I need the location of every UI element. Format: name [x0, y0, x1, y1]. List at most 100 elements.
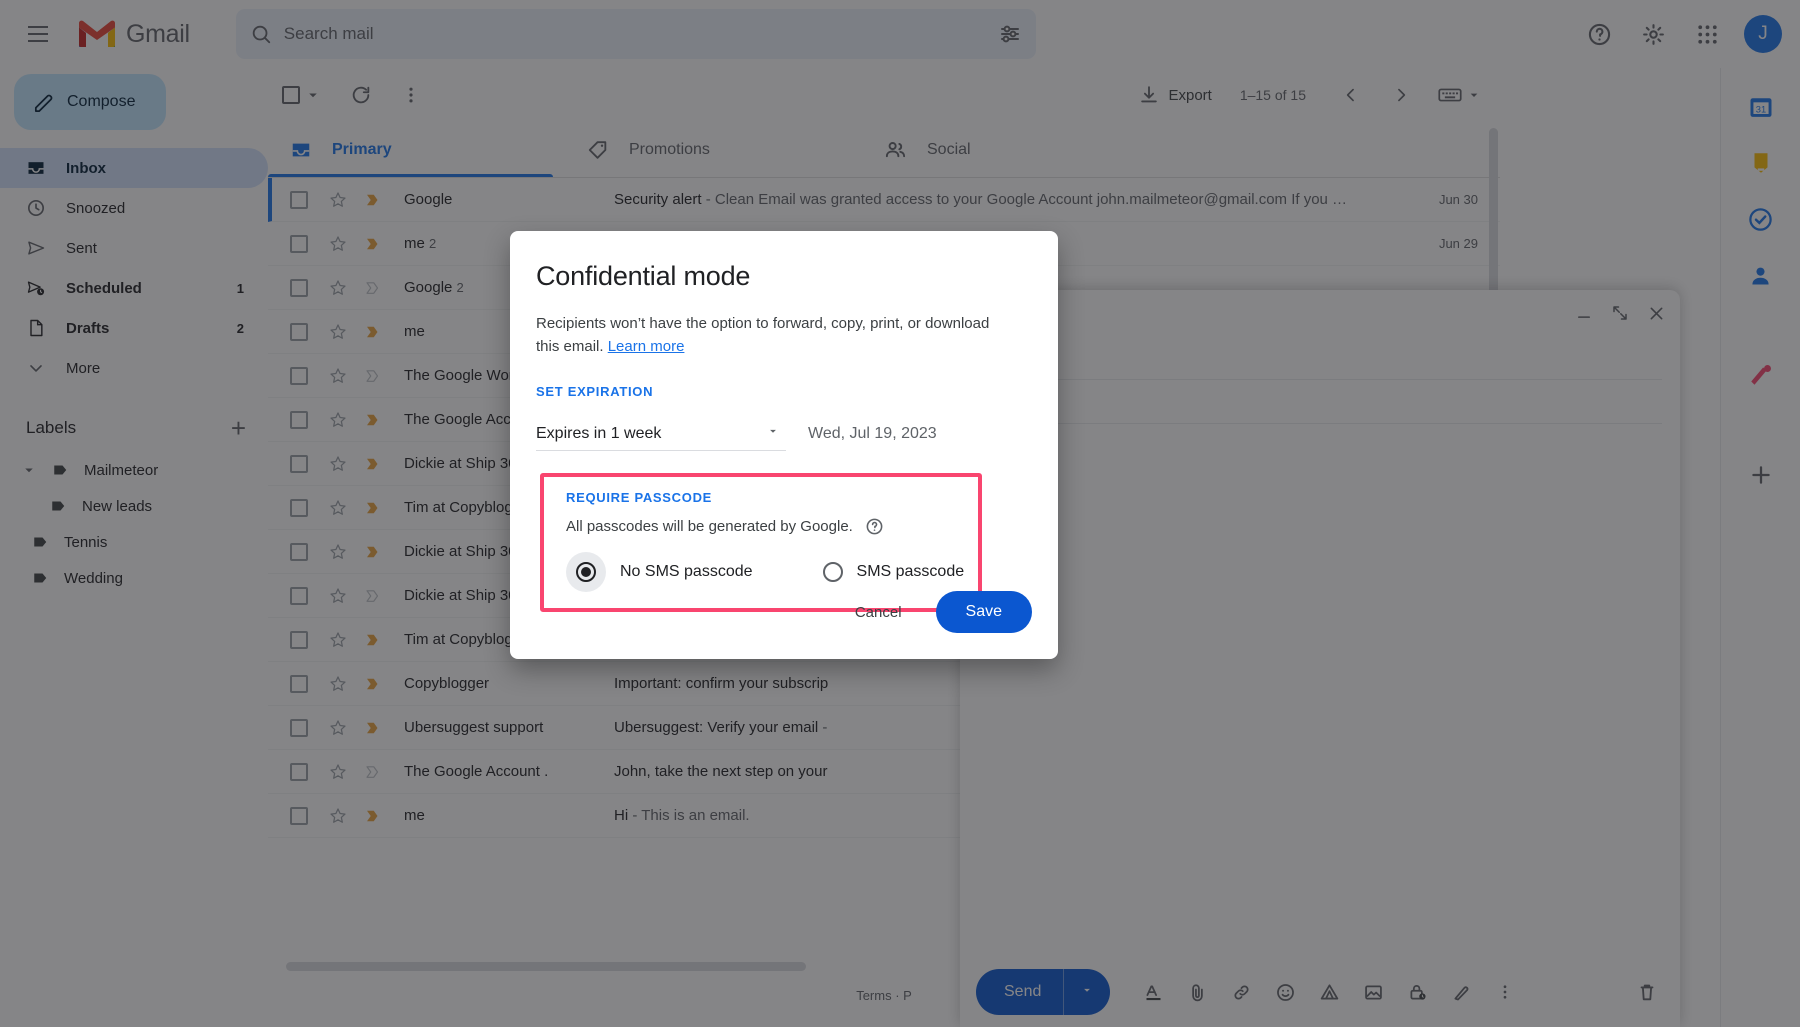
help-circle-icon[interactable] — [865, 517, 884, 536]
row-checkbox[interactable] — [290, 586, 308, 605]
star-icon[interactable] — [328, 718, 348, 738]
confidential-mode-icon[interactable] — [1400, 975, 1434, 1009]
star-icon[interactable] — [328, 410, 348, 430]
important-marker-icon[interactable] — [364, 719, 382, 737]
caret-down-icon[interactable] — [20, 461, 38, 479]
row-checkbox[interactable] — [290, 674, 308, 693]
link-icon[interactable] — [1224, 975, 1258, 1009]
row-checkbox[interactable] — [290, 806, 308, 825]
keyboard-icon[interactable] — [1438, 85, 1462, 105]
chevron-down-icon[interactable] — [1064, 983, 1110, 1002]
gmail-logo[interactable]: Gmail — [76, 18, 190, 50]
signature-icon[interactable] — [1444, 975, 1478, 1009]
important-marker-icon[interactable] — [364, 499, 382, 517]
export-button[interactable]: Export — [1138, 84, 1212, 106]
contacts-icon[interactable] — [1744, 258, 1778, 292]
calendar-icon[interactable]: 31 — [1744, 90, 1778, 124]
row-checkbox[interactable] — [290, 278, 308, 297]
star-icon[interactable] — [328, 190, 348, 210]
chevron-right-icon[interactable] — [1380, 74, 1422, 116]
star-icon[interactable] — [328, 322, 348, 342]
star-icon[interactable] — [328, 542, 348, 562]
important-marker-icon[interactable] — [364, 367, 382, 385]
row-checkbox[interactable] — [290, 366, 308, 385]
row-checkbox[interactable] — [290, 630, 308, 649]
sms-passcode-radio[interactable] — [822, 562, 843, 582]
important-marker-icon[interactable] — [364, 455, 382, 473]
send-button[interactable]: Send — [976, 969, 1111, 1015]
row-checkbox[interactable] — [290, 498, 308, 517]
attach-icon[interactable] — [1180, 975, 1214, 1009]
help-icon[interactable] — [1576, 11, 1622, 57]
mailmeteor-icon[interactable] — [1744, 358, 1778, 392]
star-icon[interactable] — [328, 630, 348, 650]
sidebar-item-drafts[interactable]: Drafts 2 — [0, 308, 268, 348]
compose-recipients-field[interactable] — [978, 336, 1662, 380]
drive-icon[interactable] — [1312, 975, 1346, 1009]
format-text-icon[interactable] — [1136, 975, 1170, 1009]
sidebar-label-mailmeteor[interactable]: Mailmeteor — [0, 452, 268, 488]
row-checkbox[interactable] — [290, 454, 308, 473]
avatar[interactable]: J — [1744, 15, 1782, 53]
tab-promotions[interactable]: Promotions — [565, 122, 862, 177]
horizontal-scrollbar[interactable] — [286, 962, 806, 971]
minimize-icon[interactable] — [1575, 304, 1593, 322]
sidebar-label-tennis[interactable]: Tennis — [0, 524, 268, 560]
important-marker-icon[interactable] — [364, 191, 382, 209]
star-icon[interactable] — [328, 234, 348, 254]
save-button[interactable]: Save — [935, 591, 1032, 633]
tune-icon[interactable] — [998, 22, 1022, 46]
star-icon[interactable] — [328, 586, 348, 606]
important-marker-icon[interactable] — [364, 235, 382, 253]
star-icon[interactable] — [328, 674, 348, 694]
row-checkbox[interactable] — [290, 190, 308, 209]
table-row[interactable]: Google Security alert - Clean Email was g… — [268, 178, 1500, 222]
tab-social[interactable]: Social — [862, 122, 1159, 177]
hamburger-icon[interactable] — [14, 10, 62, 58]
search-input[interactable] — [283, 24, 998, 44]
keep-icon[interactable] — [1744, 146, 1778, 180]
chevron-left-icon[interactable] — [1330, 74, 1372, 116]
chevron-down-icon[interactable] — [304, 86, 322, 104]
more-options-icon[interactable] — [1488, 975, 1522, 1009]
compose-window-header[interactable] — [960, 290, 1680, 336]
learn-more-link[interactable]: Learn more — [608, 338, 685, 355]
row-checkbox[interactable] — [290, 762, 308, 781]
important-marker-icon[interactable] — [364, 323, 382, 341]
star-icon[interactable] — [328, 498, 348, 518]
chevron-down-icon[interactable] — [1466, 87, 1482, 103]
star-icon[interactable] — [328, 762, 348, 782]
apps-grid-icon[interactable] — [1684, 11, 1730, 57]
sidebar-label-new-leads[interactable]: New leads — [0, 488, 268, 524]
row-checkbox[interactable] — [290, 410, 308, 429]
important-marker-icon[interactable] — [364, 543, 382, 561]
important-marker-icon[interactable] — [364, 587, 382, 605]
expiration-select[interactable]: Expires in 1 week — [536, 417, 786, 451]
sidebar-item-snoozed[interactable]: Snoozed — [0, 188, 268, 228]
add-addon-icon[interactable] — [1744, 458, 1778, 492]
select-all-checkbox[interactable] — [282, 86, 300, 104]
image-icon[interactable] — [1356, 975, 1390, 1009]
important-marker-icon[interactable] — [364, 807, 382, 825]
gear-icon[interactable] — [1630, 11, 1676, 57]
emoji-icon[interactable] — [1268, 975, 1302, 1009]
row-checkbox[interactable] — [290, 322, 308, 341]
compose-button[interactable]: Compose — [14, 74, 166, 130]
tasks-icon[interactable] — [1744, 202, 1778, 236]
refresh-icon[interactable] — [340, 74, 382, 116]
sidebar-item-sent[interactable]: Sent — [0, 228, 268, 268]
more-vertical-icon[interactable] — [390, 74, 432, 116]
compose-subject-field[interactable] — [978, 380, 1662, 424]
row-checkbox[interactable] — [290, 234, 308, 253]
sidebar-item-inbox[interactable]: Inbox — [0, 148, 268, 188]
important-marker-icon[interactable] — [364, 763, 382, 781]
close-icon[interactable] — [1647, 304, 1666, 323]
important-marker-icon[interactable] — [364, 279, 382, 297]
search-bar[interactable] — [235, 9, 1036, 59]
important-marker-icon[interactable] — [364, 675, 382, 693]
star-icon[interactable] — [328, 366, 348, 386]
trash-icon[interactable] — [1630, 975, 1664, 1009]
row-checkbox[interactable] — [290, 542, 308, 561]
important-marker-icon[interactable] — [364, 631, 382, 649]
tab-primary[interactable]: Primary — [268, 122, 565, 177]
